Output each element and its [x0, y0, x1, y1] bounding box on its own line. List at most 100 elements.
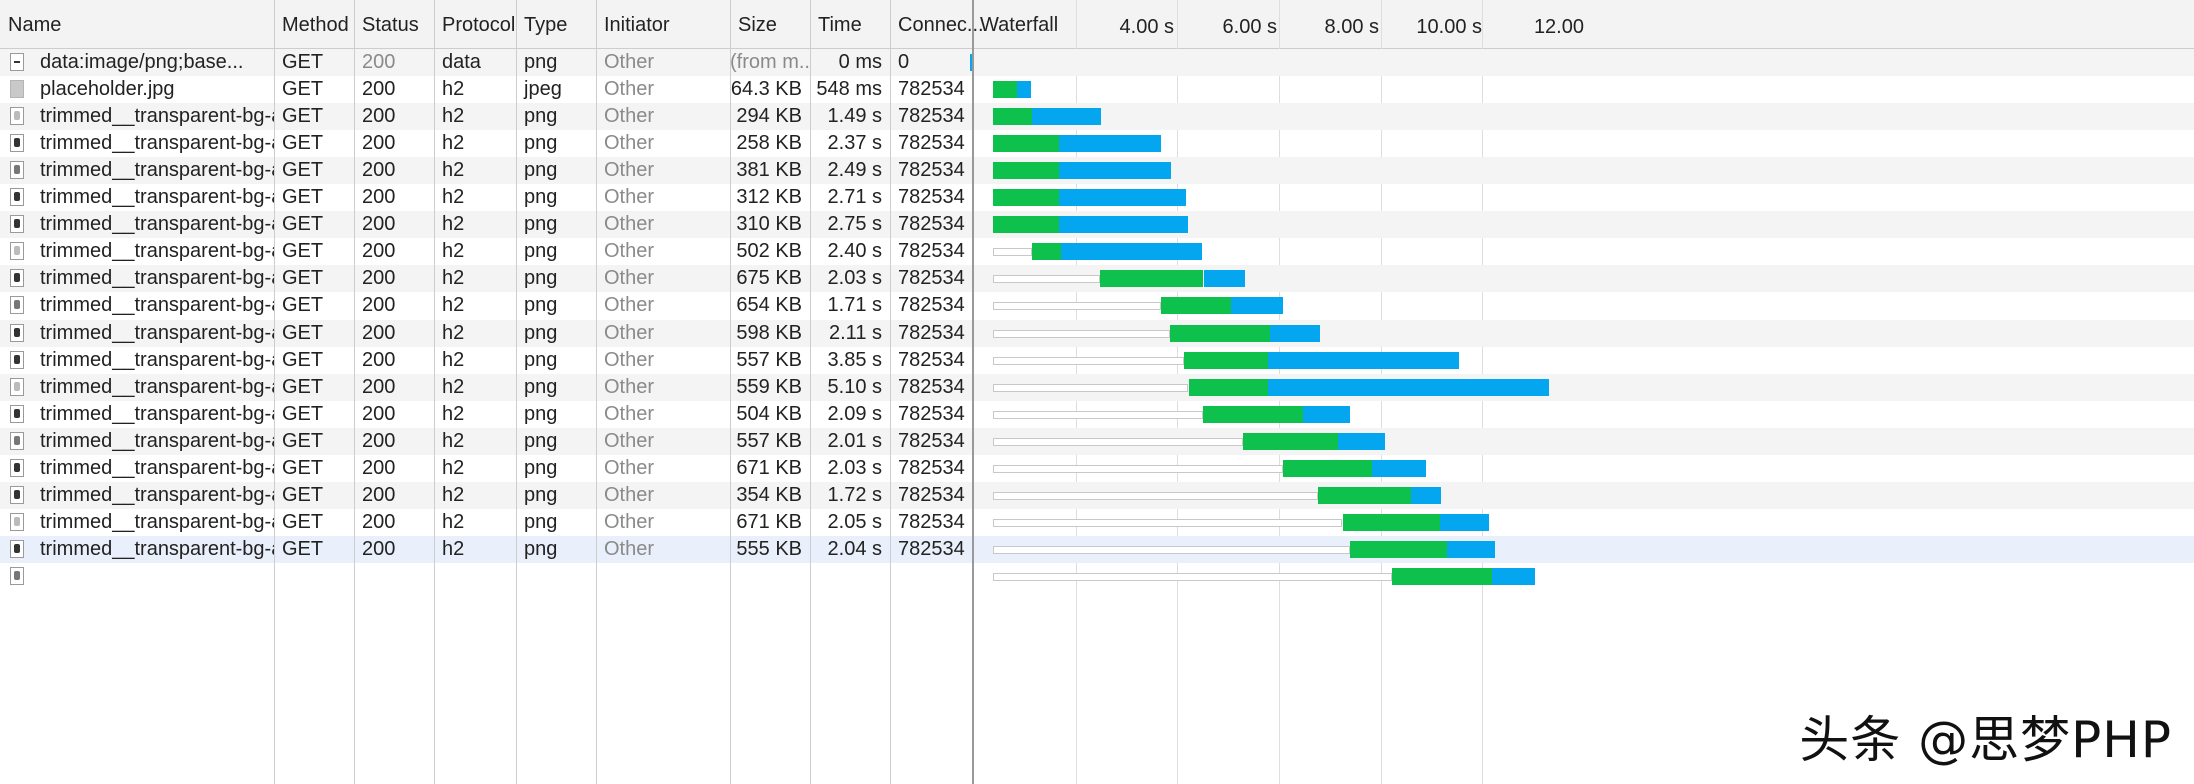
request-row[interactable]: trimmed__transparent-bg-and-n... GET 200 h2…	[0, 509, 2194, 536]
column-header-status[interactable]: Status	[354, 0, 434, 48]
cell-status: 200	[362, 51, 396, 73]
request-row[interactable]: trimmed__transparent-bg-and-n... GET 200 h2…	[0, 427, 2194, 455]
cell-initiator: Other	[604, 375, 655, 398]
column-header-size[interactable]: Size	[730, 0, 810, 48]
cell-type: jpeg	[524, 78, 562, 101]
png-icon	[10, 350, 24, 369]
cell-size: 258 KB	[736, 132, 802, 155]
cell-status: 200	[362, 375, 396, 398]
cell-connection: 782534	[898, 348, 965, 371]
cell-initiator: Other	[604, 78, 655, 101]
cell-time: 2.37 s	[827, 132, 882, 155]
column-divider[interactable]	[890, 0, 891, 784]
cell-method: GET	[282, 267, 324, 290]
column-divider[interactable]	[972, 0, 974, 784]
cell-method: GET	[282, 429, 324, 452]
cell-status: 200	[362, 132, 396, 155]
request-name: trimmed__transparent-bg-and-n...	[40, 429, 274, 452]
column-divider[interactable]	[354, 0, 355, 784]
png-icon	[10, 242, 24, 261]
waterfall-waiting-bar	[993, 189, 1059, 207]
cell-name: trimmed__transparent-bg-and-n...	[0, 401, 274, 428]
request-name: trimmed__transparent-bg-and-n...	[40, 186, 274, 209]
waterfall-waiting-bar	[993, 81, 1017, 99]
waterfall-waiting-bar	[1169, 324, 1270, 342]
cell-type: png	[524, 510, 558, 533]
cell-size: 312 KB	[736, 186, 802, 209]
waterfall-queue-bar	[993, 491, 1319, 500]
request-row[interactable]: trimmed__transparent-bg-and-n... GET 200 h2…	[0, 211, 2194, 239]
waterfall-waiting-bar	[1100, 270, 1204, 288]
column-header-connection[interactable]: Connec...	[890, 0, 984, 48]
cell-initiator: Other	[604, 294, 655, 317]
png-icon	[10, 323, 24, 342]
cell-protocol: h2	[442, 213, 465, 236]
waterfall-queue-bar	[993, 572, 1393, 581]
waterfall-queue-bar	[993, 356, 1185, 365]
waterfall-queue-bar	[993, 464, 1283, 473]
cell-method: GET	[282, 537, 324, 560]
column-divider[interactable]	[274, 0, 275, 784]
request-row[interactable]: trimmed__transparent-bg-and-n... GET 200 h2…	[0, 184, 2194, 211]
request-row[interactable]: trimmed__transparent-bg-and-n... GET 200 h2…	[0, 373, 2194, 401]
cell-time: 0 ms	[838, 51, 882, 73]
column-divider[interactable]	[596, 0, 597, 784]
request-name: trimmed__transparent-bg-and-n...	[40, 402, 274, 425]
cell-initiator: Other	[604, 429, 655, 452]
waterfall-waiting-bar	[1161, 297, 1232, 315]
cell-status: 200	[362, 429, 396, 452]
waterfall-download-bar	[1492, 567, 1535, 585]
column-divider[interactable]	[516, 0, 517, 784]
column-divider[interactable]	[434, 0, 435, 784]
request-row[interactable]: trimmed__transparent-bg-and-n... GET 200 h2…	[0, 130, 2194, 157]
cell-name: trimmed__transparent-bg-and-n...	[0, 455, 274, 482]
cell-protocol: h2	[442, 159, 465, 182]
cell-method: GET	[282, 213, 324, 236]
cell-time	[810, 563, 890, 590]
column-header-initiator[interactable]: Initiator	[596, 0, 730, 48]
cell-type	[516, 563, 596, 590]
cell-size: 671 KB	[736, 456, 802, 479]
request-row[interactable]: placeholder.jpg GET 200 h2 jpeg Other 64.3 KB 5…	[0, 76, 2194, 103]
request-row[interactable]: trimmed__transparent-bg-and-n... GET 200 h2…	[0, 347, 2194, 374]
cell-time: 2.03 s	[827, 267, 882, 290]
column-header-name[interactable]: Name	[0, 0, 274, 48]
cell-method: GET	[282, 483, 324, 506]
cell-connection: 782534	[898, 510, 965, 533]
request-name: trimmed__transparent-bg-and-n...	[40, 267, 274, 290]
request-row[interactable]: trimmed__transparent-bg-and-n... GET 200 h2…	[0, 401, 2194, 428]
cell-size: 504 KB	[736, 402, 802, 425]
png-icon	[10, 161, 24, 180]
waterfall-download-bar	[1231, 297, 1284, 315]
request-row[interactable]: trimmed__transparent-bg-and-n... GET 200 h2…	[0, 455, 2194, 482]
waterfall-tick-label: 6.00 s	[1222, 16, 1277, 38]
request-row[interactable]: trimmed__transparent-bg-and-n... GET 200 h2…	[0, 535, 2194, 563]
column-divider[interactable]	[810, 0, 811, 784]
cell-method: GET	[282, 51, 324, 73]
waterfall-waiting-bar	[1318, 486, 1411, 504]
cell-initiator: Other	[604, 537, 655, 560]
cell-size	[730, 563, 810, 590]
column-header-protocol[interactable]: Protocol	[434, 0, 516, 48]
cell-size: 555 KB	[736, 537, 802, 560]
request-row[interactable]: trimmed__transparent-bg-and-n... GET 200 h2…	[0, 103, 2194, 131]
waterfall-queue-bar	[993, 275, 1100, 284]
cell-protocol: h2	[442, 267, 465, 290]
cell-type: png	[524, 240, 558, 263]
column-divider[interactable]	[730, 0, 731, 784]
cell-protocol: h2	[442, 321, 465, 344]
request-row[interactable]: trimmed__transparent-bg-and-n... GET 200 h2…	[0, 292, 2194, 319]
column-header-type[interactable]: Type	[516, 0, 596, 48]
column-header-method[interactable]: Method	[274, 0, 354, 48]
request-row[interactable]: trimmed__transparent-bg-and-n... GET 200 h2…	[0, 481, 2194, 509]
column-header-time[interactable]: Time	[810, 0, 890, 48]
request-row[interactable]	[0, 563, 2194, 590]
png-icon	[10, 134, 24, 153]
request-row[interactable]: data:image/png;base... GET 200 data png Other…	[0, 49, 2194, 76]
request-row[interactable]: trimmed__transparent-bg-and-n... GET 200 h2…	[0, 319, 2194, 347]
request-row[interactable]: trimmed__transparent-bg-and-n... GET 200 h2…	[0, 265, 2194, 293]
request-row[interactable]: trimmed__transparent-bg-and-n... GET 200 h2…	[0, 238, 2194, 265]
request-row[interactable]: trimmed__transparent-bg-and-n... GET 200 h2…	[0, 157, 2194, 185]
waterfall-download-bar	[1058, 162, 1171, 180]
cell-protocol: h2	[442, 483, 465, 506]
